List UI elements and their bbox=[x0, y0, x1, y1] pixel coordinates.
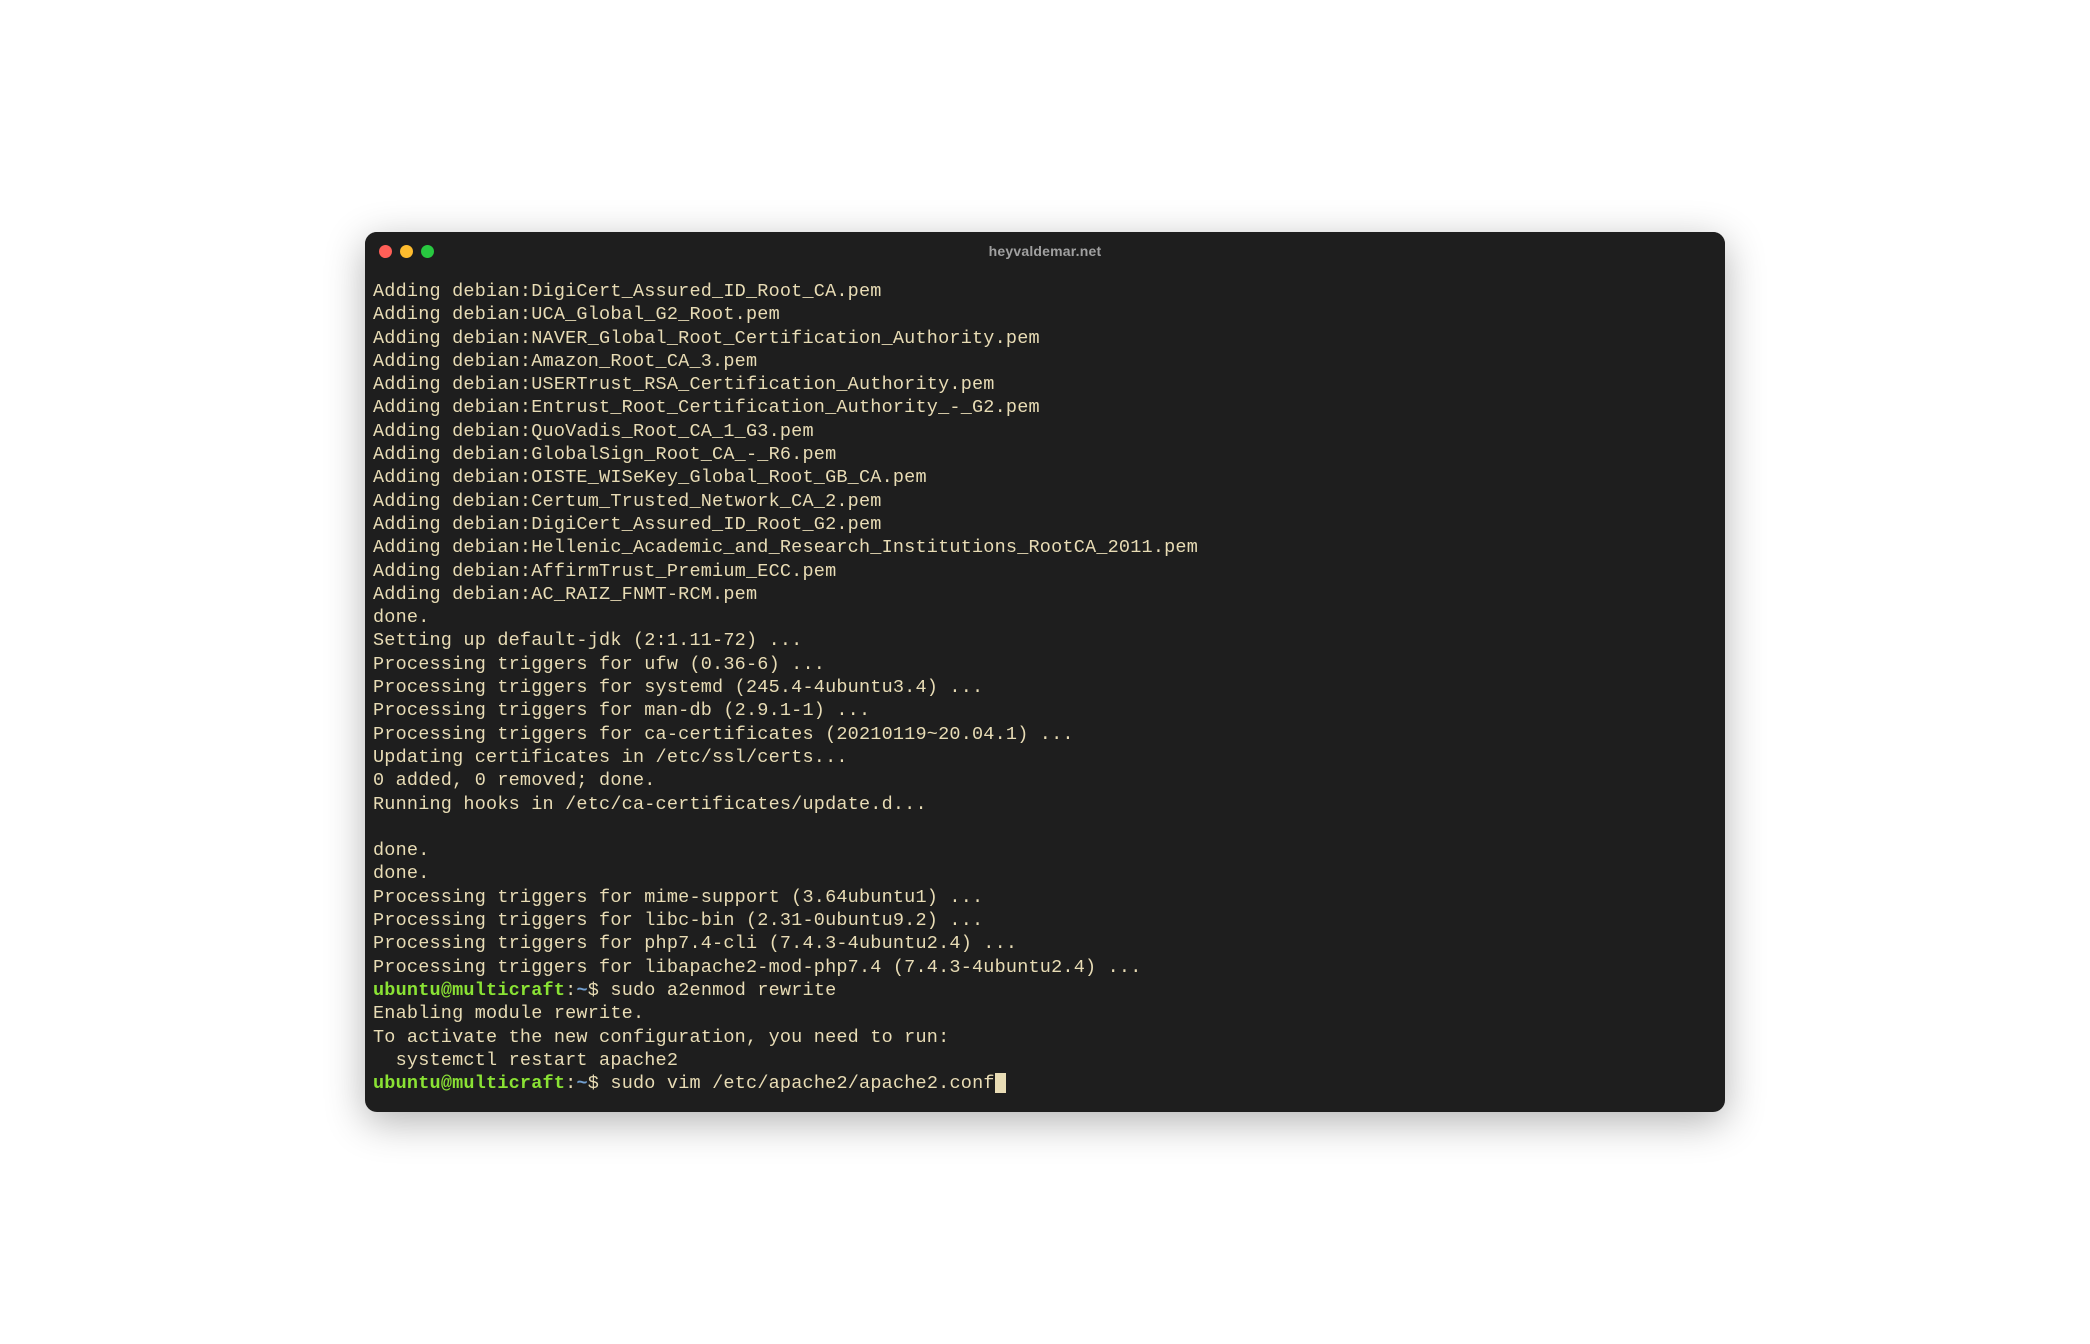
command-current[interactable]: sudo vim /etc/apache2/apache2.conf bbox=[610, 1073, 994, 1094]
cursor-icon bbox=[995, 1073, 1006, 1093]
titlebar: heyvaldemar.net bbox=[365, 232, 1725, 270]
minimize-icon[interactable] bbox=[400, 245, 413, 258]
terminal-body[interactable]: Adding debian:DigiCert_Assured_ID_Root_C… bbox=[365, 270, 1725, 1112]
window-title: heyvaldemar.net bbox=[989, 243, 1102, 259]
close-icon[interactable] bbox=[379, 245, 392, 258]
prompt-2: ubuntu@multicraft:~$ bbox=[373, 1073, 599, 1094]
command-1-output: Enabling module rewrite. To activate the… bbox=[373, 1003, 949, 1071]
command-1: sudo a2enmod rewrite bbox=[610, 980, 836, 1001]
terminal-window: heyvaldemar.net Adding debian:DigiCert_A… bbox=[365, 232, 1725, 1112]
terminal-output: Adding debian:DigiCert_Assured_ID_Root_C… bbox=[373, 281, 1198, 978]
traffic-lights bbox=[379, 245, 434, 258]
maximize-icon[interactable] bbox=[421, 245, 434, 258]
prompt-1: ubuntu@multicraft:~$ bbox=[373, 980, 599, 1001]
